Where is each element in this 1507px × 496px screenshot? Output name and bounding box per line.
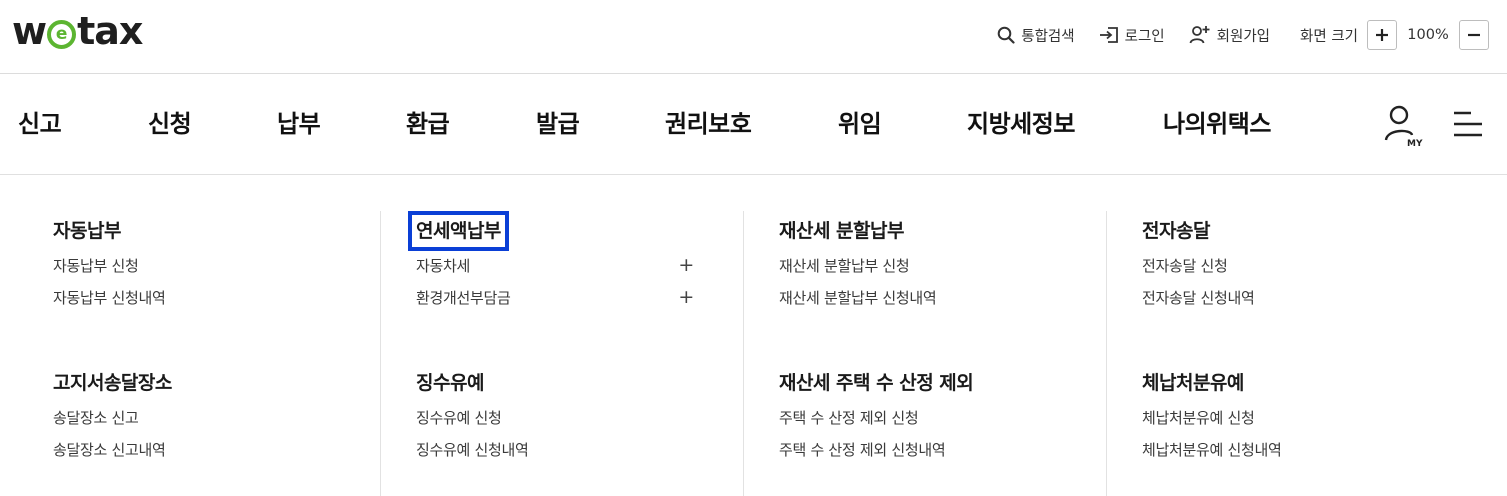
nav-item-issue[interactable]: 발급 — [536, 110, 580, 138]
menu-column: 전자송달 전자송달 신청 전자송달 신청내역 체납처분유예 체납처분유예 신청 … — [1107, 211, 1470, 496]
menu-group-property-installment: 재산세 분할납부 재산세 분할납부 신청 재산세 분할납부 신청내역 — [779, 219, 1099, 321]
menu-list: 체납처분유예 신청 체납처분유예 신청내역 — [1142, 409, 1462, 473]
zoom-label: 화면 크기 — [1300, 28, 1358, 45]
login-link[interactable]: 로그인 — [1099, 25, 1165, 46]
menu-link[interactable]: 전자송달 신청내역 — [1142, 289, 1462, 321]
logo-prefix: w — [12, 9, 47, 53]
menu-group-title[interactable]: 고지서송달장소 — [53, 371, 172, 395]
menu-link-label: 자동차세 — [416, 257, 471, 275]
menu-link[interactable]: 체납처분유예 신청 — [1142, 409, 1462, 441]
search-icon — [997, 26, 1015, 44]
login-label: 로그인 — [1124, 28, 1165, 45]
my-label: MY — [1407, 139, 1423, 148]
utility-menu: 통합검색 로그인 회원가입 화면 크기 100% — [973, 20, 1489, 50]
wetax-logo[interactable]: w e tax — [12, 9, 143, 53]
menu-column: 연세액납부 자동차세 + 환경개선부담금 + 징수유예 징수유예 신청 징수유예… — [381, 211, 744, 496]
menu-link[interactable]: 주택 수 산정 제외 신청내역 — [779, 441, 1099, 473]
menu-link-expandable[interactable]: 환경개선부담금 + — [416, 288, 736, 321]
signup-link[interactable]: 회원가입 — [1189, 25, 1270, 46]
my-page-button[interactable]: MY — [1384, 104, 1426, 152]
hamburger-icon — [1454, 111, 1482, 137]
menu-link[interactable]: 재산세 분할납부 신청내역 — [779, 289, 1099, 321]
nav-item-rights[interactable]: 권리보호 — [665, 110, 752, 138]
menu-link-expandable[interactable]: 자동차세 + — [416, 256, 736, 289]
nav-item-delegation[interactable]: 위임 — [838, 110, 882, 138]
add-user-icon — [1189, 26, 1210, 44]
nav-item-local-tax-info[interactable]: 지방세정보 — [967, 110, 1075, 138]
menu-group-delinquency-deferral: 체납처분유예 체납처분유예 신청 체납처분유예 신청내역 — [1142, 371, 1462, 473]
top-bar: w e tax 통합검색 로그인 회원가입 화면 크기 100% — [0, 0, 1507, 74]
menu-link[interactable]: 전자송달 신청 — [1142, 257, 1462, 289]
menu-list: 전자송달 신청 전자송달 신청내역 — [1142, 257, 1462, 321]
menu-column: 재산세 분할납부 재산세 분할납부 신청 재산세 분할납부 신청내역 재산세 주… — [744, 211, 1107, 496]
menu-link[interactable]: 자동납부 신청 — [53, 257, 373, 289]
menu-list: 송달장소 신고 송달장소 신고내역 — [53, 409, 373, 473]
menu-list: 징수유예 신청 징수유예 신청내역 — [416, 409, 736, 473]
menu-link[interactable]: 자동납부 신청내역 — [53, 289, 373, 321]
nav-item-apply[interactable]: 신청 — [148, 110, 192, 138]
menu-link[interactable]: 징수유예 신청 — [416, 409, 736, 441]
zoom-value: 100% — [1407, 27, 1449, 43]
plus-icon — [1376, 29, 1388, 41]
logo-e-ring: e — [47, 19, 77, 49]
all-menu-button[interactable] — [1452, 110, 1484, 142]
menu-group-title[interactable]: 재산세 분할납부 — [779, 219, 904, 243]
menu-group-collection-deferral: 징수유예 징수유예 신청 징수유예 신청내역 — [416, 371, 736, 473]
menu-group-title[interactable]: 전자송달 — [1142, 219, 1210, 243]
menu-group-annual-payment: 연세액납부 자동차세 + 환경개선부담금 + — [408, 211, 736, 321]
nav-item-my-wetax[interactable]: 나의위택스 — [1163, 110, 1271, 138]
nav-item-payment[interactable]: 납부 — [277, 110, 321, 138]
logo-e: e — [55, 23, 68, 44]
menu-link[interactable]: 송달장소 신고 — [53, 409, 373, 441]
search-label: 통합검색 — [1021, 28, 1075, 45]
login-icon — [1099, 27, 1118, 43]
menu-link[interactable]: 징수유예 신청내역 — [416, 441, 736, 473]
menu-group-title[interactable]: 징수유예 — [416, 371, 484, 395]
menu-group-title-focused[interactable]: 연세액납부 — [408, 211, 509, 251]
expand-plus-icon[interactable]: + — [678, 288, 694, 307]
menu-list: 주택 수 산정 제외 신청 주택 수 산정 제외 신청내역 — [779, 409, 1099, 473]
signup-label: 회원가입 — [1216, 28, 1271, 45]
menu-group-title[interactable]: 체납처분유예 — [1142, 371, 1244, 395]
menu-link[interactable]: 주택 수 산정 제외 신청 — [779, 409, 1099, 441]
menu-link[interactable]: 재산세 분할납부 신청 — [779, 257, 1099, 289]
menu-column: 자동납부 자동납부 신청 자동납부 신청내역 고지서송달장소 송달장소 신고 송… — [18, 211, 381, 496]
menu-group-auto-payment: 자동납부 자동납부 신청 자동납부 신청내역 — [53, 219, 373, 321]
menu-group-notice-address: 고지서송달장소 송달장소 신고 송달장소 신고내역 — [53, 371, 373, 473]
menu-group-title[interactable]: 자동납부 — [53, 219, 121, 243]
menu-group-title[interactable]: 재산세 주택 수 산정 제외 — [779, 371, 974, 395]
zoom-out-button[interactable] — [1459, 20, 1489, 50]
my-user-icon: MY — [1384, 105, 1423, 149]
menu-list: 자동차세 + 환경개선부담금 + — [416, 256, 736, 321]
nav-item-refund[interactable]: 환급 — [406, 110, 450, 138]
menu-group-electronic-delivery: 전자송달 전자송달 신청 전자송달 신청내역 — [1142, 219, 1462, 321]
menu-list: 재산세 분할납부 신청 재산세 분할납부 신청내역 — [779, 257, 1099, 321]
expand-plus-icon[interactable]: + — [678, 256, 694, 275]
minus-icon — [1468, 33, 1480, 37]
menu-link[interactable]: 송달장소 신고내역 — [53, 441, 373, 473]
menu-list: 자동납부 신청 자동납부 신청내역 — [53, 257, 373, 321]
logo-suffix: tax — [77, 9, 143, 53]
main-nav: 신고 신청 납부 환급 발급 권리보호 위임 지방세정보 나의위택스 MY — [0, 74, 1507, 175]
zoom-in-button[interactable] — [1367, 20, 1397, 50]
payment-dropdown: 자동납부 자동납부 신청 자동납부 신청내역 고지서송달장소 송달장소 신고 송… — [0, 175, 1507, 496]
search-link[interactable]: 통합검색 — [997, 25, 1075, 46]
nav-item-report[interactable]: 신고 — [18, 110, 62, 138]
menu-link[interactable]: 체납처분유예 신청내역 — [1142, 441, 1462, 473]
menu-group-housing-count-exclusion: 재산세 주택 수 산정 제외 주택 수 산정 제외 신청 주택 수 산정 제외 … — [779, 371, 1099, 473]
menu-link-label: 환경개선부담금 — [416, 289, 511, 307]
